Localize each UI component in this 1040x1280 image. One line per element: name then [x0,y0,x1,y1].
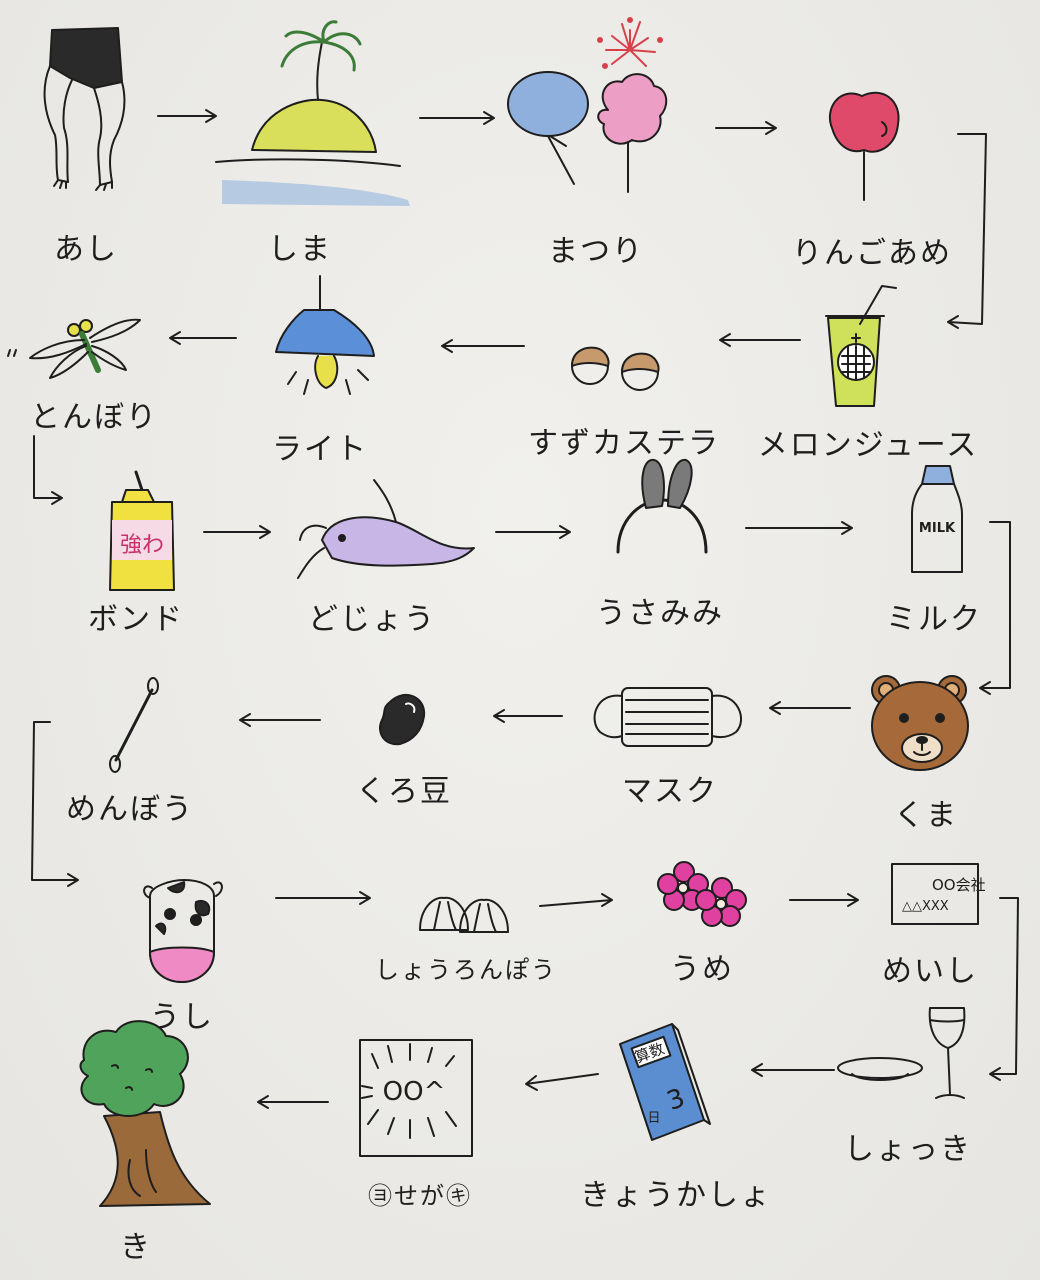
label-masuku: マスク [622,774,718,809]
label-kyoukasho: きょうかしょ [580,1178,772,1213]
label-miruku: ミルク [886,602,982,637]
label-yosegaki: ㋵せが㋖ [368,1182,472,1210]
label-dojou: どじょう [308,602,436,637]
label-ki: き [120,1230,152,1265]
label-menbou: めんぼう [66,792,194,827]
label-usamimi: うさみみ [596,596,724,631]
label-shouronpou: しょうろんぽう [375,956,557,984]
label-shima: しま [268,232,332,267]
label-bondo: ボンド [88,602,184,637]
label-raito: ライト [272,432,368,467]
card-line-2: △△XXX [902,899,949,914]
label-tonbori: とんぼり [30,400,158,435]
shiritori-sheet: 強わ MILK OO会社 △△XXX OO^ 算数 3 日 あし しま まつり … [0,0,1040,1280]
label-ashi: あし [54,232,118,267]
label-shokki: しょっき [844,1132,972,1167]
milk-bottle-text: MILK [919,521,956,536]
label-ringoame: りんごあめ [792,236,952,271]
textbook-number-text: 3 [663,1083,689,1117]
label-kuma: くま [894,798,958,833]
label-meronjuusu: メロンジュース [757,428,979,463]
label-ushi: うし [150,1000,214,1035]
textbook-circle-text: 日 [647,1111,660,1126]
glue-tube-text: 強わ [120,533,164,558]
label-suzukasutera: すずカステラ [528,426,720,461]
label-kuromame: くろ豆 [356,774,452,809]
signature-board-center-text: OO^ [383,1077,446,1107]
label-ume: うめ [670,952,734,987]
picture-text-layer: 強わ MILK OO会社 △△XXX OO^ 算数 3 日 [120,521,986,1126]
textbook-title-text: 算数 [632,1039,666,1066]
label-matsuri: まつり [548,234,644,269]
label-meishi: めいし [882,954,978,989]
card-line-1: OO会社 [932,876,986,894]
